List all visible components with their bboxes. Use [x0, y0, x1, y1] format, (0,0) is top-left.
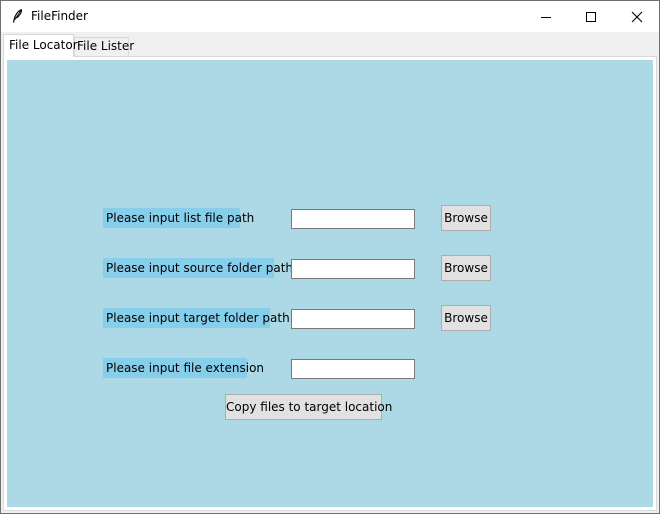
list-file-path-label: Please input list file path [103, 208, 254, 228]
window-title: FileFinder [31, 9, 88, 23]
source-folder-path-label: Please input source folder path [103, 258, 293, 278]
app-window: FileFinder File Locator File Lister Plea… [0, 0, 660, 514]
tab-file-locator[interactable]: File Locator [3, 34, 78, 57]
tab-label: File Lister [77, 39, 135, 53]
tab-label: File Locator [9, 38, 78, 52]
file-locator-panel: Please input list file path Browse Pleas… [3, 56, 657, 511]
source-folder-path-input[interactable] [291, 259, 415, 279]
minimize-button[interactable] [523, 1, 568, 32]
copy-files-button[interactable]: Copy files to target location [225, 394, 392, 420]
list-file-path-input[interactable] [291, 209, 415, 229]
file-extension-label: Please input file extension [103, 358, 264, 378]
tab-strip: File Locator File Lister [1, 32, 659, 57]
maximize-button[interactable] [568, 1, 613, 32]
browse-target-folder-button[interactable]: Browse [441, 305, 491, 331]
panel-background: Please input list file path Browse Pleas… [7, 60, 653, 507]
browse-list-file-button[interactable]: Browse [441, 205, 491, 231]
target-folder-path-input[interactable] [291, 309, 415, 329]
tab-file-lister[interactable]: File Lister [74, 37, 134, 56]
feather-icon [10, 8, 26, 24]
file-extension-input[interactable] [291, 359, 415, 379]
browse-source-folder-button[interactable]: Browse [441, 255, 491, 281]
close-button[interactable] [614, 1, 659, 32]
minimize-icon [540, 11, 552, 23]
maximize-icon [585, 11, 597, 23]
target-folder-path-label: Please input target folder path [103, 308, 290, 328]
close-icon [631, 11, 643, 23]
title-bar[interactable]: FileFinder [1, 1, 659, 32]
